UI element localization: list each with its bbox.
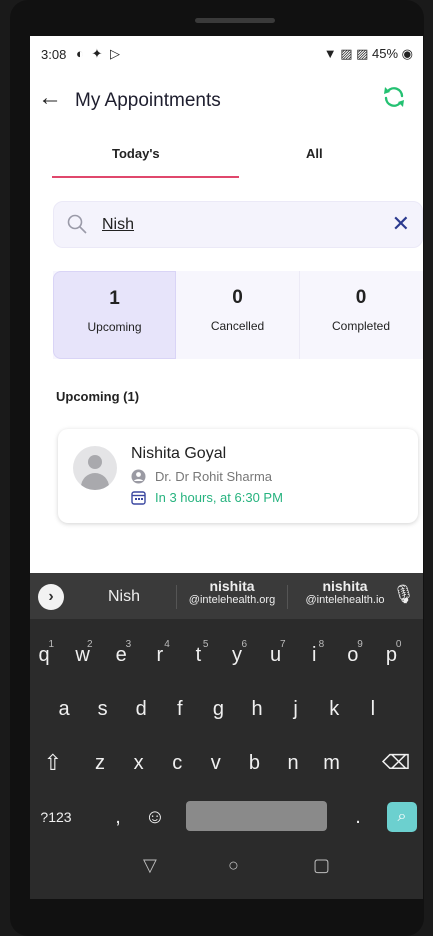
key-row-3: ⇧ ⌫ zxcvbnm — [30, 739, 423, 787]
backspace-key[interactable]: ⌫ — [378, 739, 414, 787]
speaker-grille — [195, 18, 275, 23]
app-bar: ← My Appointments — [30, 80, 423, 120]
refresh-icon[interactable] — [381, 84, 407, 110]
period-key[interactable]: . — [348, 793, 368, 841]
tab-indicator — [52, 176, 239, 178]
key-h[interactable]: h — [245, 685, 269, 733]
patient-name: Nishita Goyal — [131, 445, 227, 462]
completed-label: Completed — [331, 319, 391, 333]
key-j[interactable]: j — [284, 685, 308, 733]
counter-cancelled[interactable]: 0 Cancelled — [176, 271, 299, 359]
appointment-card[interactable]: Nishita Goyal Dr. Dr Rohit Sharma In 3 h… — [58, 429, 418, 523]
suggestion-divider — [287, 585, 288, 609]
status-bar: 3:08 ◐ ✦ ▷ ▼ ▨ ▨ 45% ◉ — [30, 36, 423, 70]
cancelled-count: 0 — [232, 287, 243, 308]
key-l[interactable]: l — [361, 685, 385, 733]
tab-all[interactable]: All — [306, 146, 323, 161]
key-s[interactable]: s — [91, 685, 115, 733]
mic-icon[interactable]: 🎙 — [392, 584, 415, 605]
tab-bar: Today's All — [30, 140, 423, 180]
doctor-icon — [131, 469, 146, 484]
key-e[interactable]: e3 — [109, 631, 133, 679]
space-key[interactable] — [186, 801, 327, 831]
calendar-icon — [131, 491, 146, 505]
nav-home-icon[interactable]: ○ — [228, 855, 239, 876]
upcoming-label: Upcoming — [87, 320, 142, 334]
avatar — [73, 446, 117, 490]
comma-key[interactable]: , — [108, 793, 128, 841]
key-u[interactable]: u7 — [264, 631, 288, 679]
key-z[interactable]: z — [88, 739, 112, 787]
notification-icons: ◐ ✦ ▷ — [76, 46, 122, 61]
doctor-line: Dr. Dr Rohit Sharma — [131, 469, 272, 484]
key-f[interactable]: f — [168, 685, 192, 733]
key-o[interactable]: o9 — [341, 631, 365, 679]
screen: 3:08 ◐ ✦ ▷ ▼ ▨ ▨ 45% ◉ ← My Appointments… — [30, 36, 423, 899]
key-p[interactable]: p0 — [379, 631, 403, 679]
key-x[interactable]: x — [127, 739, 151, 787]
counter-completed[interactable]: 0 Completed — [299, 271, 423, 359]
nav-bar: ▽ ○ ▢ — [30, 841, 423, 899]
key-row-4: ?123 , ☺ . ⌕ — [30, 793, 423, 841]
expand-suggestions-icon[interactable]: › — [38, 584, 64, 610]
time-line: In 3 hours, at 6:30 PM — [131, 490, 283, 505]
doctor-name: Dr. Dr Rohit Sharma — [155, 469, 273, 484]
key-t[interactable]: t5 — [186, 631, 210, 679]
search-icon — [67, 214, 87, 234]
key-c[interactable]: c — [165, 739, 189, 787]
phone-frame: 3:08 ◐ ✦ ▷ ▼ ▨ ▨ 45% ◉ ← My Appointments… — [10, 0, 424, 936]
key-r[interactable]: r4 — [148, 631, 172, 679]
key-w[interactable]: w2 — [71, 631, 95, 679]
keyboard: › Nish nishita @intelehealth.org nishita… — [30, 573, 423, 899]
key-a[interactable]: a — [52, 685, 76, 733]
key-y[interactable]: y6 — [225, 631, 249, 679]
section-title: Upcoming (1) — [56, 389, 140, 404]
status-time: 3:08 — [41, 47, 67, 62]
cancelled-label: Cancelled — [210, 319, 265, 333]
appointment-time: In 3 hours, at 6:30 PM — [155, 490, 283, 505]
emoji-icon[interactable]: ☺ — [140, 793, 170, 841]
completed-count: 0 — [355, 287, 367, 308]
symbols-key[interactable]: ?123 — [36, 793, 76, 841]
key-k[interactable]: k — [322, 685, 346, 733]
nav-recents-icon[interactable]: ▢ — [313, 855, 330, 876]
search-input[interactable]: Nish — [102, 216, 134, 234]
back-arrow-icon[interactable]: ← — [38, 84, 62, 112]
tab-todays[interactable]: Today's — [112, 146, 160, 161]
key-d[interactable]: d — [129, 685, 153, 733]
key-row-2: asdfghjkl — [30, 685, 423, 733]
key-g[interactable]: g — [206, 685, 230, 733]
suggestion-bar: › Nish nishita @intelehealth.org nishita… — [30, 573, 423, 619]
keyboard-search-icon[interactable]: ⌕ — [387, 802, 417, 832]
key-i[interactable]: i8 — [302, 631, 326, 679]
key-q[interactable]: q1 — [32, 631, 56, 679]
clear-icon[interactable]: ✕ — [392, 211, 410, 237]
shift-key[interactable]: ⇧ — [38, 739, 68, 787]
suggestion-3[interactable]: nishita @intelehealth.io — [290, 578, 400, 606]
search-bar[interactable]: Nish ✕ — [53, 201, 423, 248]
nav-back-icon[interactable]: ▽ — [143, 855, 157, 876]
key-v[interactable]: v — [204, 739, 228, 787]
key-b[interactable]: b — [242, 739, 266, 787]
key-row-1: q1 w2 e3 r4 t5 y6 u7 i8 o9 p0 — [30, 631, 423, 679]
key-m[interactable]: m — [320, 739, 344, 787]
key-n[interactable]: n — [281, 739, 305, 787]
counter-upcoming[interactable]: 1 Upcoming — [53, 271, 176, 359]
suggestion-1[interactable]: Nish — [108, 588, 140, 606]
page-title: My Appointments — [75, 90, 221, 111]
suggestion-2[interactable]: nishita @intelehealth.org — [179, 578, 285, 606]
appointment-counters: 1 Upcoming 0 Cancelled 0 Completed — [53, 271, 423, 359]
suggestion-divider — [176, 585, 177, 609]
status-right-icons: ▼ ▨ ▨ 45% ◉ — [323, 46, 413, 61]
upcoming-count: 1 — [109, 288, 120, 309]
